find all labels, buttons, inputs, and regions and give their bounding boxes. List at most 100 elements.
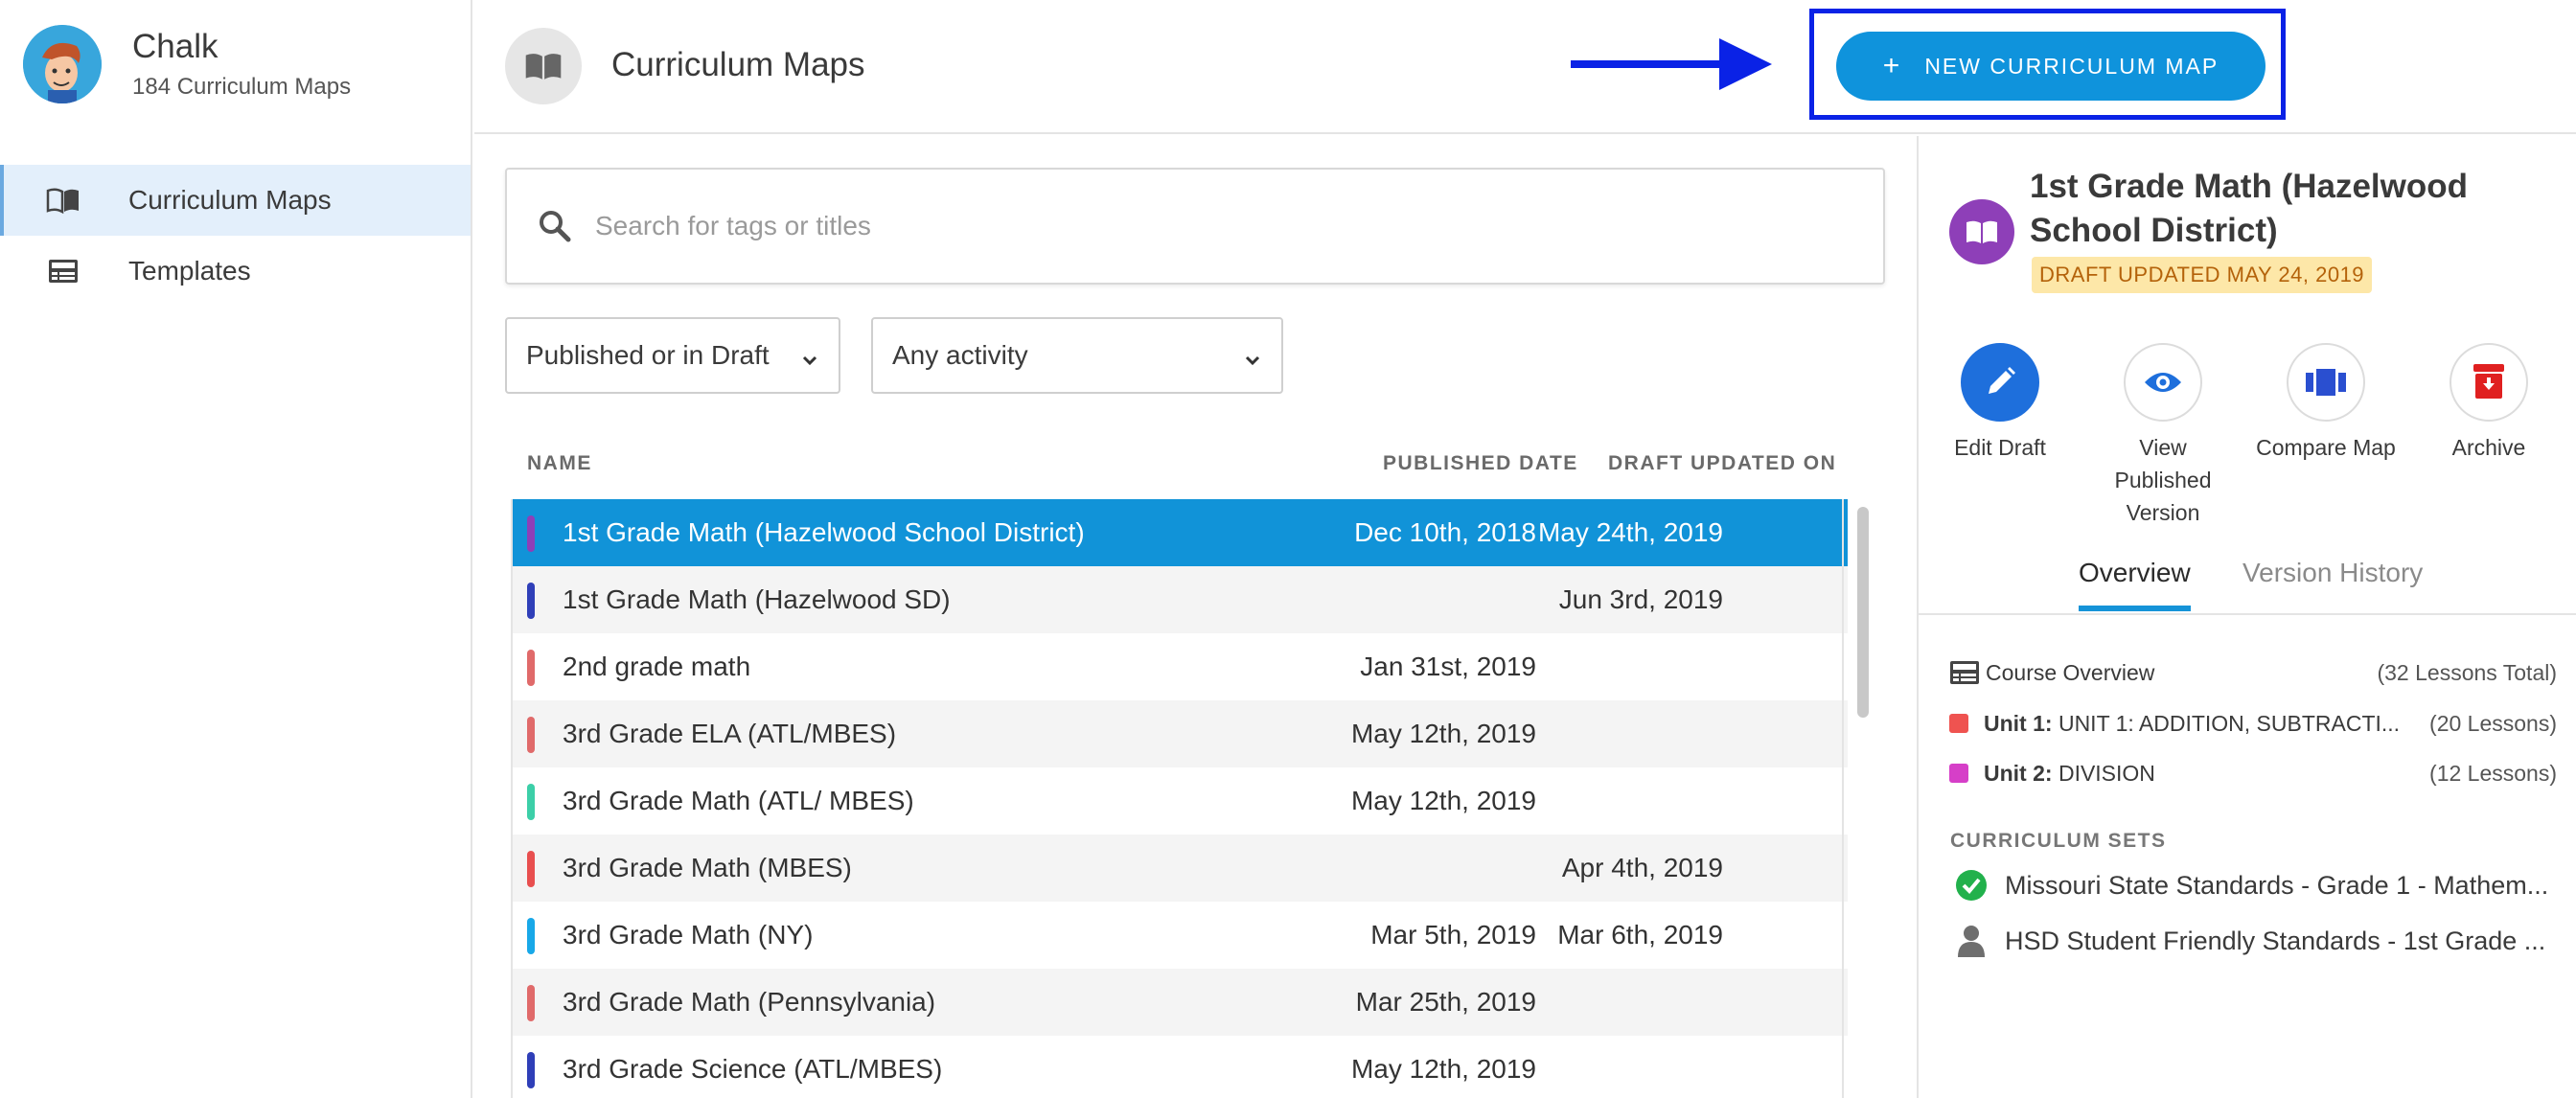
new-curriculum-map-button[interactable]: + NEW CURRICULUM MAP	[1836, 32, 2266, 101]
row-name: 1st Grade Math (Hazelwood SD)	[563, 584, 951, 614]
table-row[interactable]: 3rd Grade Math (NY) Mar 5th, 2019 Mar 6th,…	[513, 902, 1848, 969]
color-tag	[527, 784, 535, 820]
detail-tabs: Overview Version History	[1919, 558, 2576, 615]
course-overview-label: Course Overview	[1986, 659, 2155, 685]
row-name: 3rd Grade Math (MBES)	[563, 853, 852, 882]
search-icon	[536, 207, 574, 245]
action-label: Archive	[2451, 435, 2526, 460]
arrow-icon	[1571, 38, 1772, 90]
sidebar-item-curriculum-maps[interactable]: Curriculum Maps	[0, 165, 471, 236]
compare-map-button[interactable]: Compare Map	[2244, 343, 2407, 464]
sidebar-item-templates[interactable]: Templates	[0, 236, 471, 307]
color-tag	[527, 918, 535, 954]
unit-name: DIVISION	[2058, 760, 2155, 786]
unit-color-swatch	[1949, 714, 1968, 733]
sidebar-item-label: Curriculum Maps	[128, 185, 332, 215]
color-tag	[527, 515, 535, 552]
tab-version-history[interactable]: Version History	[2242, 558, 2423, 606]
detail-panel: 1st Grade Math (Hazelwood School Distric…	[1917, 136, 2576, 1098]
curriculum-set-name: HSD Student Friendly Standards - 1st Gra…	[2005, 926, 2546, 955]
brand: Chalk 184 Curriculum Maps	[23, 25, 351, 103]
curriculum-table: 1st Grade Math (Hazelwood School Distric…	[511, 499, 1872, 1098]
view-published-button[interactable]: View Published Version	[2082, 343, 2244, 529]
row-published-date: May 12th, 2019	[1350, 719, 1536, 748]
unit-color-swatch	[1949, 764, 1968, 783]
archive-button[interactable]: Archive	[2407, 343, 2570, 464]
row-published-date: Mar 5th, 2019	[1370, 920, 1536, 949]
row-published-date: Mar 25th, 2019	[1355, 987, 1536, 1017]
activity-filter-select[interactable]: Any activity	[871, 317, 1283, 394]
table-row[interactable]: 1st Grade Math (Hazelwood School Distric…	[513, 499, 1848, 566]
unit-row[interactable]: Unit 1: UNIT 1: ADDITION, SUBTRACTI... (…	[1949, 706, 2557, 741]
row-draft-date: May 24th, 2019	[1537, 517, 1723, 547]
unit-name: UNIT 1: ADDITION, SUBTRACTI...	[2058, 710, 2401, 736]
course-overview-row[interactable]: Course Overview (32 Lessons Total)	[1949, 655, 2557, 690]
curriculum-sets-label: CURRICULUM SETS	[1950, 830, 2167, 852]
book-icon	[505, 28, 582, 104]
course-lesson-count: (32 Lessons Total)	[2377, 659, 2557, 685]
plus-icon: +	[1882, 50, 1902, 81]
color-tag	[527, 985, 535, 1021]
color-tag	[527, 1052, 535, 1088]
book-icon	[46, 186, 80, 215]
unit-prefix: Unit 2:	[1984, 760, 2053, 786]
table-row[interactable]: 2nd grade math Jan 31st, 2019	[513, 633, 1848, 700]
row-published-date: Jan 31st, 2019	[1360, 652, 1536, 681]
scrollbar[interactable]	[1857, 507, 1869, 718]
unit-lesson-count: (12 Lessons)	[2429, 760, 2557, 786]
check-circle-icon	[1955, 869, 1988, 902]
unit-prefix: Unit 1:	[1984, 710, 2053, 736]
row-name: 1st Grade Math (Hazelwood School Distric…	[563, 517, 1085, 547]
template-icon	[46, 257, 80, 286]
row-name: 3rd Grade Math (Pennsylvania)	[563, 987, 936, 1017]
row-published-date: May 12th, 2019	[1350, 1054, 1536, 1084]
curriculum-set-item[interactable]: HSD Student Friendly Standards - 1st Gra…	[1955, 922, 2557, 960]
row-name: 3rd Grade Math (NY)	[563, 920, 814, 949]
new-curriculum-map-label: NEW CURRICULUM MAP	[1924, 53, 2220, 79]
search-box[interactable]	[505, 168, 1885, 285]
color-tag	[527, 650, 535, 686]
highlight-frame: + NEW CURRICULUM MAP	[1809, 9, 2286, 120]
sidebar: Chalk 184 Curriculum Maps Curriculum Map…	[0, 0, 472, 1098]
action-label: View Published Version	[2114, 435, 2212, 525]
detail-title: 1st Grade Math (Hazelwood School Distric…	[2030, 168, 2469, 249]
table-row[interactable]: 1st Grade Math (Hazelwood SD) Jun 3rd, 20…	[513, 566, 1848, 633]
action-label: Edit Draft	[1954, 435, 2046, 460]
sidebar-item-label: Templates	[128, 256, 251, 286]
row-draft-date: Apr 4th, 2019	[1561, 853, 1723, 882]
edit-draft-button[interactable]: Edit Draft	[1919, 343, 2082, 464]
curriculum-set-name: Missouri State Standards - Grade 1 - Mat…	[2005, 870, 2549, 900]
table-row[interactable]: 3rd Grade Science (ATL/MBES) May 12th, 20…	[513, 1036, 1848, 1098]
action-label: Compare Map	[2256, 435, 2396, 460]
chevron-down-icon	[800, 346, 819, 377]
row-published-date: Dec 10th, 2018	[1354, 517, 1536, 547]
table-body: 1st Grade Math (Hazelwood School Distric…	[513, 499, 1848, 1098]
table-header: NAME PUBLISHED DATE DRAFT UPDATED ON	[527, 452, 1850, 481]
main-content: Published or in Draft Any activity NAME …	[474, 136, 1917, 1098]
row-published-date: May 12th, 2019	[1350, 786, 1536, 815]
column-header-published[interactable]: PUBLISHED DATE	[1383, 452, 1578, 475]
table-row[interactable]: 3rd Grade Math (Pennsylvania) Mar 25th, 2…	[513, 969, 1848, 1036]
tab-overview[interactable]: Overview	[2079, 558, 2191, 611]
detail-actions: Edit Draft View Published Version Compar…	[1919, 343, 2576, 535]
color-tag	[527, 851, 535, 887]
column-header-draft[interactable]: DRAFT UPDATED ON	[1608, 452, 1836, 475]
book-icon	[1949, 199, 2014, 264]
table-row[interactable]: 3rd Grade ELA (ATL/MBES) May 12th, 2019	[513, 700, 1848, 767]
row-draft-date: Mar 6th, 2019	[1557, 920, 1723, 949]
header: Curriculum Maps + NEW CURRICULUM MAP	[474, 0, 2576, 134]
status-filter-select[interactable]: Published or in Draft	[505, 317, 840, 394]
activity-filter-value: Any activity	[892, 340, 1028, 370]
template-icon	[1949, 660, 1980, 685]
curriculum-set-item[interactable]: Missouri State Standards - Grade 1 - Mat…	[1955, 866, 2557, 904]
archive-icon	[2450, 343, 2528, 422]
table-row[interactable]: 3rd Grade Math (MBES) Apr 4th, 2019	[513, 835, 1848, 902]
unit-row[interactable]: Unit 2: DIVISION (12 Lessons)	[1949, 756, 2557, 790]
column-header-name[interactable]: NAME	[527, 452, 592, 475]
compare-icon	[2287, 343, 2365, 422]
eye-icon	[2124, 343, 2202, 422]
table-row[interactable]: 3rd Grade Math (ATL/ MBES) May 12th, 2019	[513, 767, 1848, 835]
page-title: Curriculum Maps	[611, 46, 865, 83]
status-badge: DRAFT UPDATED MAY 24, 2019	[2032, 257, 2373, 293]
search-input[interactable]	[595, 211, 1841, 241]
